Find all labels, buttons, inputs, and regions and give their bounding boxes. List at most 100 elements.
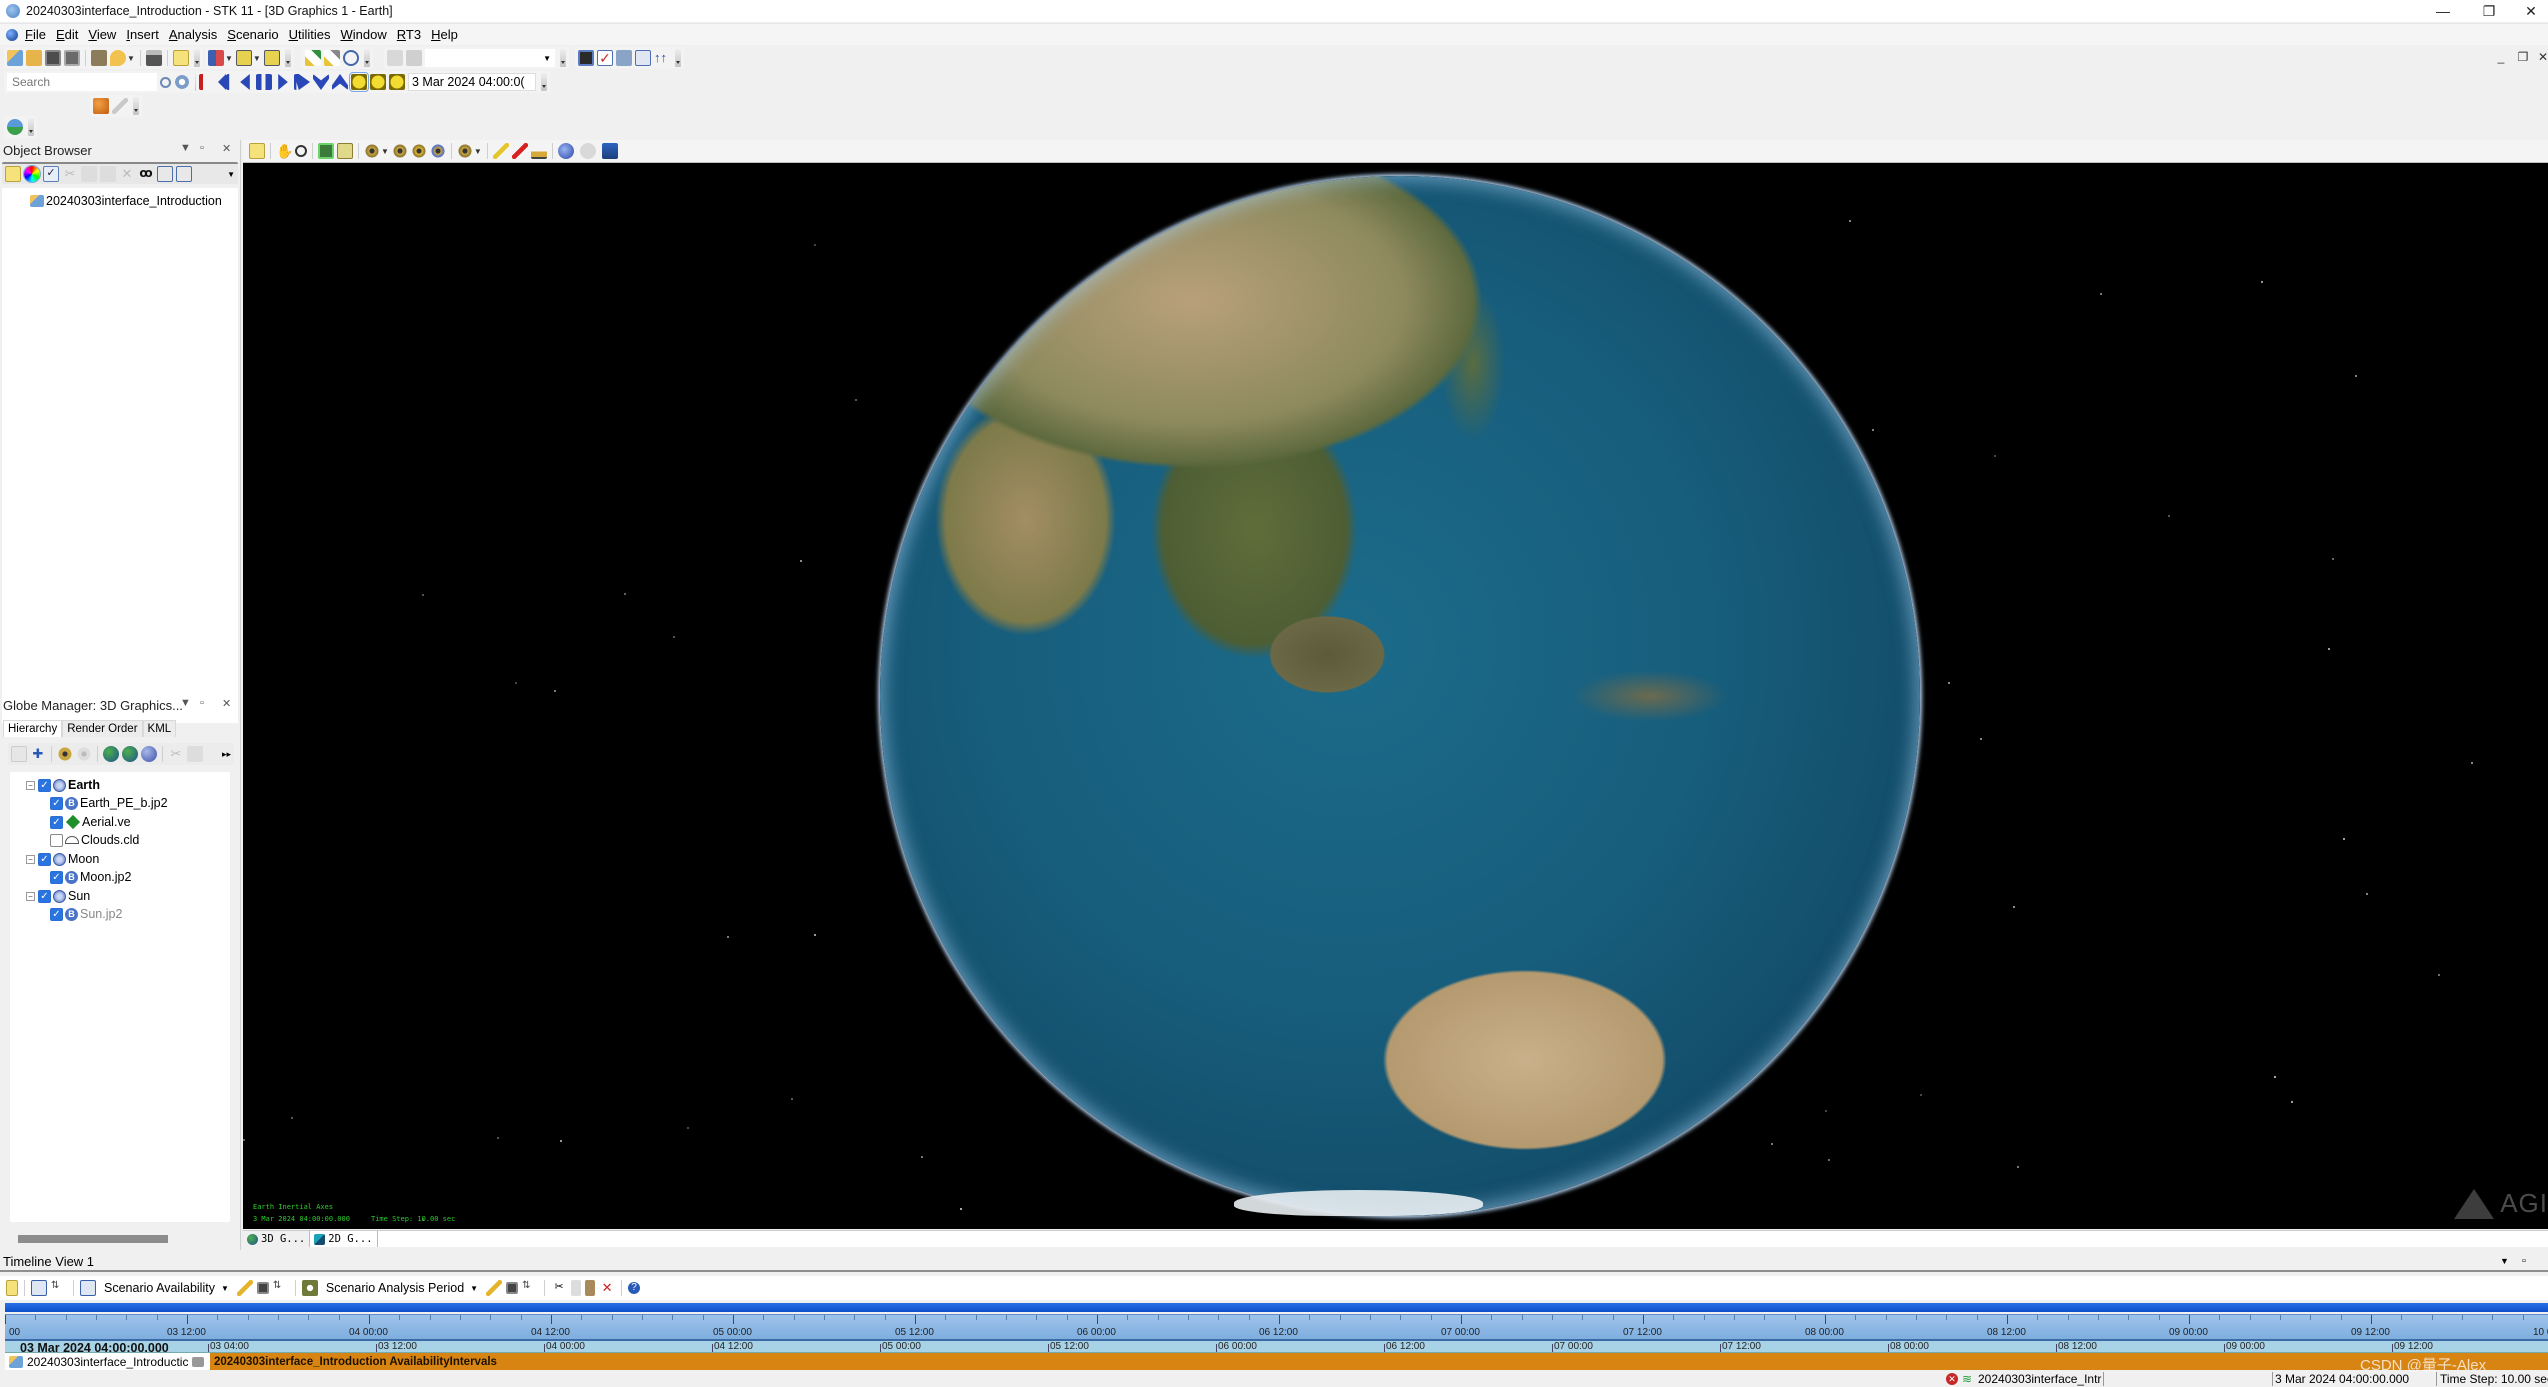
tree-item-moon[interactable]: − ✓ Moon: [26, 850, 99, 868]
access-icon[interactable]: [235, 50, 252, 66]
timeline-filter-icon[interactable]: [31, 1280, 47, 1296]
x-real-time-clock-icon[interactable]: [370, 74, 386, 90]
menu-help[interactable]: Help: [430, 26, 459, 43]
timeline-overview-bar[interactable]: [5, 1303, 2548, 1312]
tree-item-earth-image[interactable]: ✓ B Earth_PE_b.jp2: [50, 794, 168, 812]
globe-manager-icon[interactable]: [557, 143, 574, 159]
help-icon[interactable]: ?: [628, 1282, 641, 1294]
toolbar-overflow-handle[interactable]: [675, 49, 681, 67]
chevron-down-icon[interactable]: ▼: [470, 1284, 478, 1293]
view-top-icon[interactable]: [429, 143, 446, 159]
tab-kml[interactable]: KML: [142, 720, 177, 737]
binoculars-icon[interactable]: ꝏ: [138, 166, 154, 182]
snapshot-icon[interactable]: [318, 143, 334, 159]
decrease-time-step-icon[interactable]: [313, 74, 329, 90]
tree-item-scenario[interactable]: 20240303interface_Introduction: [30, 192, 222, 210]
tab-hierarchy[interactable]: Hierarchy: [3, 720, 63, 737]
horizontal-scrollbar[interactable]: [18, 1235, 168, 1243]
search-input[interactable]: Search: [7, 73, 157, 91]
paste-icon[interactable]: [100, 166, 116, 182]
toolbar-overflow-handle[interactable]: [541, 73, 547, 91]
tab-2d-graphics[interactable]: 2D G...: [310, 1231, 378, 1247]
aerial-checkbox[interactable]: ✓: [50, 815, 63, 829]
hide-icon[interactable]: [76, 746, 92, 762]
toolbar-overflow-handle[interactable]: [560, 49, 566, 67]
collapse-icon[interactable]: −: [26, 780, 35, 790]
comm-system-icon[interactable]: [343, 50, 359, 66]
place-marker-icon[interactable]: [110, 50, 126, 66]
gear-icon[interactable]: [174, 74, 190, 90]
timeline-ruler[interactable]: 00 03 12:00 04 00:00 04 12:00 05 00:00 05 12:…: [5, 1314, 2548, 1341]
delete-icon[interactable]: ✕: [119, 166, 135, 182]
notes-icon[interactable]: [172, 50, 189, 66]
chevron-down-icon[interactable]: ▼: [381, 147, 389, 156]
pan-hand-icon[interactable]: ✋: [276, 143, 293, 159]
check-icon[interactable]: ✓: [43, 166, 59, 182]
pause-icon[interactable]: [256, 74, 272, 90]
menu-edit[interactable]: Edit: [55, 26, 79, 43]
search-icon[interactable]: [160, 76, 171, 88]
refresh-icon[interactable]: ⇅: [51, 1280, 67, 1296]
chevron-down-icon[interactable]: ▼: [227, 170, 235, 179]
collapse-icon[interactable]: −: [26, 854, 35, 864]
float-panel-icon[interactable]: ▫: [200, 697, 204, 709]
save-as-icon[interactable]: [64, 50, 80, 66]
plugin-icon[interactable]: [93, 98, 109, 114]
step-forward-icon[interactable]: [294, 74, 310, 90]
draw-pen-icon[interactable]: [511, 143, 528, 159]
view-icon[interactable]: [57, 746, 73, 762]
zoom-to-icon[interactable]: [387, 50, 403, 66]
cut-icon[interactable]: ✂: [168, 746, 184, 762]
menu-insert[interactable]: Insert: [125, 26, 160, 43]
edit-pen-icon[interactable]: [112, 98, 128, 114]
float-panel-icon[interactable]: ▫: [2522, 1255, 2526, 1267]
properties-icon[interactable]: [11, 746, 27, 762]
toolbar-overflow-handle[interactable]: [193, 49, 200, 67]
increase-time-step-icon[interactable]: [332, 74, 348, 90]
moon-image-checkbox[interactable]: ✓: [50, 870, 63, 884]
highlight-pen-icon[interactable]: [492, 143, 509, 159]
real-time-clock-icon[interactable]: [349, 72, 369, 92]
eye-icon[interactable]: [192, 1356, 205, 1367]
send-icon[interactable]: [616, 50, 632, 66]
copy-icon[interactable]: [571, 1280, 582, 1296]
minimize-button[interactable]: —: [2420, 0, 2466, 22]
add-layer-icon[interactable]: ✚: [30, 746, 46, 762]
mdi-system-icon[interactable]: [6, 28, 18, 41]
save-icon[interactable]: [256, 1282, 269, 1294]
tree-item-earth[interactable]: − ✓ Earth: [26, 776, 100, 794]
3d-graphics-window[interactable]: Earth Inertial Axes 3 Mar 2024 04:00:00.…: [243, 163, 2548, 1229]
color-wheel-icon[interactable]: [23, 165, 41, 183]
timeline-sub-ruler[interactable]: 03 04:00 03 12:00 04 00:00 04 12:00 05 00:00…: [5, 1341, 2548, 1353]
toolbar-overflow-handle[interactable]: [364, 49, 370, 67]
properties-icon[interactable]: [249, 143, 265, 159]
menu-rt3[interactable]: RT3: [396, 26, 422, 43]
measure-ruler-icon[interactable]: [530, 143, 547, 159]
menu-window[interactable]: Window: [340, 26, 388, 43]
stored-view-icon[interactable]: [456, 143, 473, 159]
menu-file[interactable]: File: [24, 26, 47, 43]
chevron-down-icon[interactable]: ▼: [225, 54, 233, 63]
float-panel-icon[interactable]: ▫: [200, 142, 204, 154]
mdi-close-button[interactable]: ✕: [2532, 50, 2548, 64]
menu-analysis[interactable]: Analysis: [168, 26, 218, 43]
record-movie-icon[interactable]: [337, 143, 353, 159]
report-graph-manager-icon[interactable]: [208, 50, 224, 66]
save-globe-icon[interactable]: [122, 746, 138, 762]
chevron-down-icon[interactable]: ▼: [180, 697, 191, 709]
add-terrain-icon[interactable]: [103, 746, 119, 762]
save-icon[interactable]: [45, 50, 61, 66]
earth-globe[interactable]: [880, 176, 1920, 1216]
edit-icon[interactable]: [486, 1280, 503, 1296]
chevron-down-icon[interactable]: ▼: [180, 142, 191, 154]
availability-icon[interactable]: [80, 1280, 96, 1296]
sort-arrows-icon[interactable]: ↑↑: [654, 50, 670, 66]
toolbar-overflow-handle[interactable]: [133, 97, 139, 115]
tree-item-clouds[interactable]: ✓ Clouds.cld: [50, 831, 139, 849]
deck-access-icon[interactable]: [263, 50, 280, 66]
step-reverse-icon[interactable]: [218, 74, 230, 90]
reset-animation-icon[interactable]: [199, 74, 215, 90]
delete-icon[interactable]: ✕: [599, 1280, 615, 1296]
timeline-filter-combo[interactable]: Scenario Availability ▼: [100, 1279, 233, 1297]
properties-icon[interactable]: [5, 166, 21, 182]
